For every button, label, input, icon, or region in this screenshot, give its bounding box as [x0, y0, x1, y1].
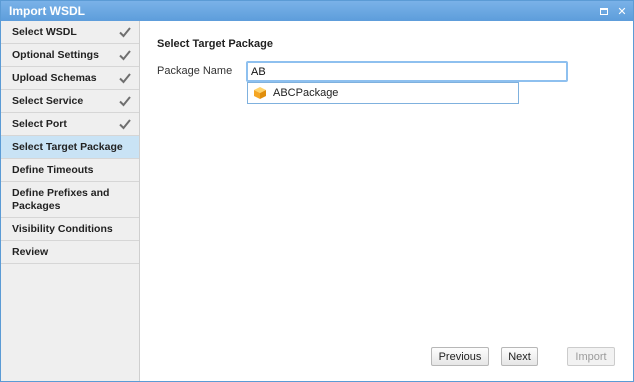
step-label: Select Target Package — [12, 141, 123, 153]
page-title: Select Target Package — [157, 38, 273, 50]
close-icon[interactable]: ✕ — [615, 4, 629, 18]
step-label: Visibility Conditions — [12, 223, 113, 235]
step-select-port[interactable]: Select Port — [1, 113, 139, 136]
package-name-label: Package Name — [157, 65, 233, 77]
step-label: Optional Settings — [12, 49, 99, 61]
step-review[interactable]: Review — [1, 241, 139, 264]
step-label: Review — [12, 246, 49, 258]
check-icon — [119, 50, 131, 61]
package-suggestion-item[interactable]: ABCPackage — [247, 82, 519, 104]
import-button[interactable]: Import — [567, 347, 615, 366]
check-icon — [119, 119, 131, 130]
package-icon — [254, 87, 266, 99]
step-label: Select WSDL — [12, 26, 77, 38]
step-label: Define Prefixes and Packages — [12, 186, 110, 212]
suggestion-label: ABCPackage — [273, 87, 339, 99]
import-wsdl-dialog: Import WSDL ✕ Select WSDL Optional Setti… — [0, 0, 634, 382]
step-visibility-conditions[interactable]: Visibility Conditions — [1, 218, 139, 241]
dialog-title: Import WSDL — [9, 4, 85, 18]
next-button[interactable]: Next — [501, 347, 538, 366]
check-icon — [119, 96, 131, 107]
step-label: Define Timeouts — [12, 164, 94, 176]
title-bar: Import WSDL ✕ — [1, 1, 633, 21]
step-select-wsdl[interactable]: Select WSDL — [1, 21, 139, 44]
step-label: Upload Schemas — [12, 72, 97, 84]
step-define-timeouts[interactable]: Define Timeouts — [1, 159, 139, 182]
step-select-target-package[interactable]: Select Target Package — [1, 136, 139, 159]
step-optional-settings[interactable]: Optional Settings — [1, 44, 139, 67]
step-define-prefixes-and-packages[interactable]: Define Prefixes and Packages — [1, 182, 139, 218]
step-upload-schemas[interactable]: Upload Schemas — [1, 67, 139, 90]
check-icon — [119, 73, 131, 84]
previous-button[interactable]: Previous — [431, 347, 489, 366]
step-label: Select Service — [12, 95, 84, 107]
check-icon — [119, 27, 131, 38]
package-name-input[interactable] — [246, 61, 568, 82]
step-label: Select Port — [12, 118, 67, 130]
wizard-steps: Select WSDL Optional Settings Upload Sch… — [1, 21, 140, 381]
restore-icon[interactable] — [597, 4, 611, 18]
step-select-service[interactable]: Select Service — [1, 90, 139, 113]
main-panel: Select Target Package Package Name ABCPa… — [141, 21, 633, 381]
